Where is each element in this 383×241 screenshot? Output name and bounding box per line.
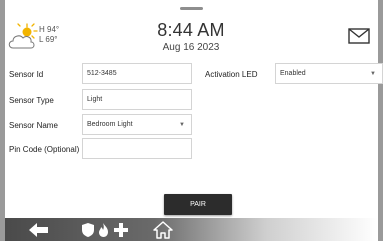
- activation-led-value: Enabled: [280, 70, 306, 77]
- sensor-name-value: Bedroom Light: [87, 121, 133, 128]
- current-time: 8:44 AM: [157, 20, 225, 40]
- partly-sunny-icon: [8, 23, 38, 49]
- sensor-name-label: Sensor Name: [9, 121, 58, 130]
- sensor-name-select[interactable]: Bedroom Light ▼: [82, 114, 192, 135]
- clock: 8:44 AM Aug 16 2023: [141, 20, 241, 53]
- pull-down-handle[interactable]: [180, 7, 203, 10]
- medical-cross-icon[interactable]: [114, 223, 128, 237]
- sensor-id-label: Sensor Id: [9, 70, 44, 79]
- dropdown-caret-icon: ▼: [179, 122, 185, 128]
- envelope-icon[interactable]: [348, 28, 370, 44]
- sensor-id-field[interactable]: 512-3485: [82, 63, 192, 84]
- dropdown-caret-icon: ▼: [370, 71, 376, 77]
- sensor-type-value: Light: [87, 96, 103, 103]
- activation-led-select[interactable]: Enabled ▼: [275, 63, 383, 84]
- sensor-type-field[interactable]: Light: [82, 89, 192, 110]
- home-icon[interactable]: [153, 221, 173, 239]
- pair-button[interactable]: PAIR: [164, 194, 232, 215]
- bottom-nav-bar: [5, 218, 378, 241]
- sensor-type-label: Sensor Type: [9, 96, 54, 105]
- fire-icon[interactable]: [98, 223, 109, 237]
- low-temperature: L 69°: [39, 35, 58, 44]
- sensor-id-value: 512-3485: [87, 70, 117, 77]
- pin-code-label: Pin Code (Optional): [9, 145, 80, 154]
- weather-widget[interactable]: H 94° L 69°: [7, 22, 67, 52]
- pin-code-field[interactable]: [82, 138, 192, 159]
- high-temperature: H 94°: [39, 25, 60, 34]
- activation-led-label: Activation LED: [205, 70, 258, 79]
- shield-icon[interactable]: [82, 223, 94, 237]
- back-arrow-icon[interactable]: [29, 223, 49, 237]
- current-date: Aug 16 2023: [162, 42, 220, 53]
